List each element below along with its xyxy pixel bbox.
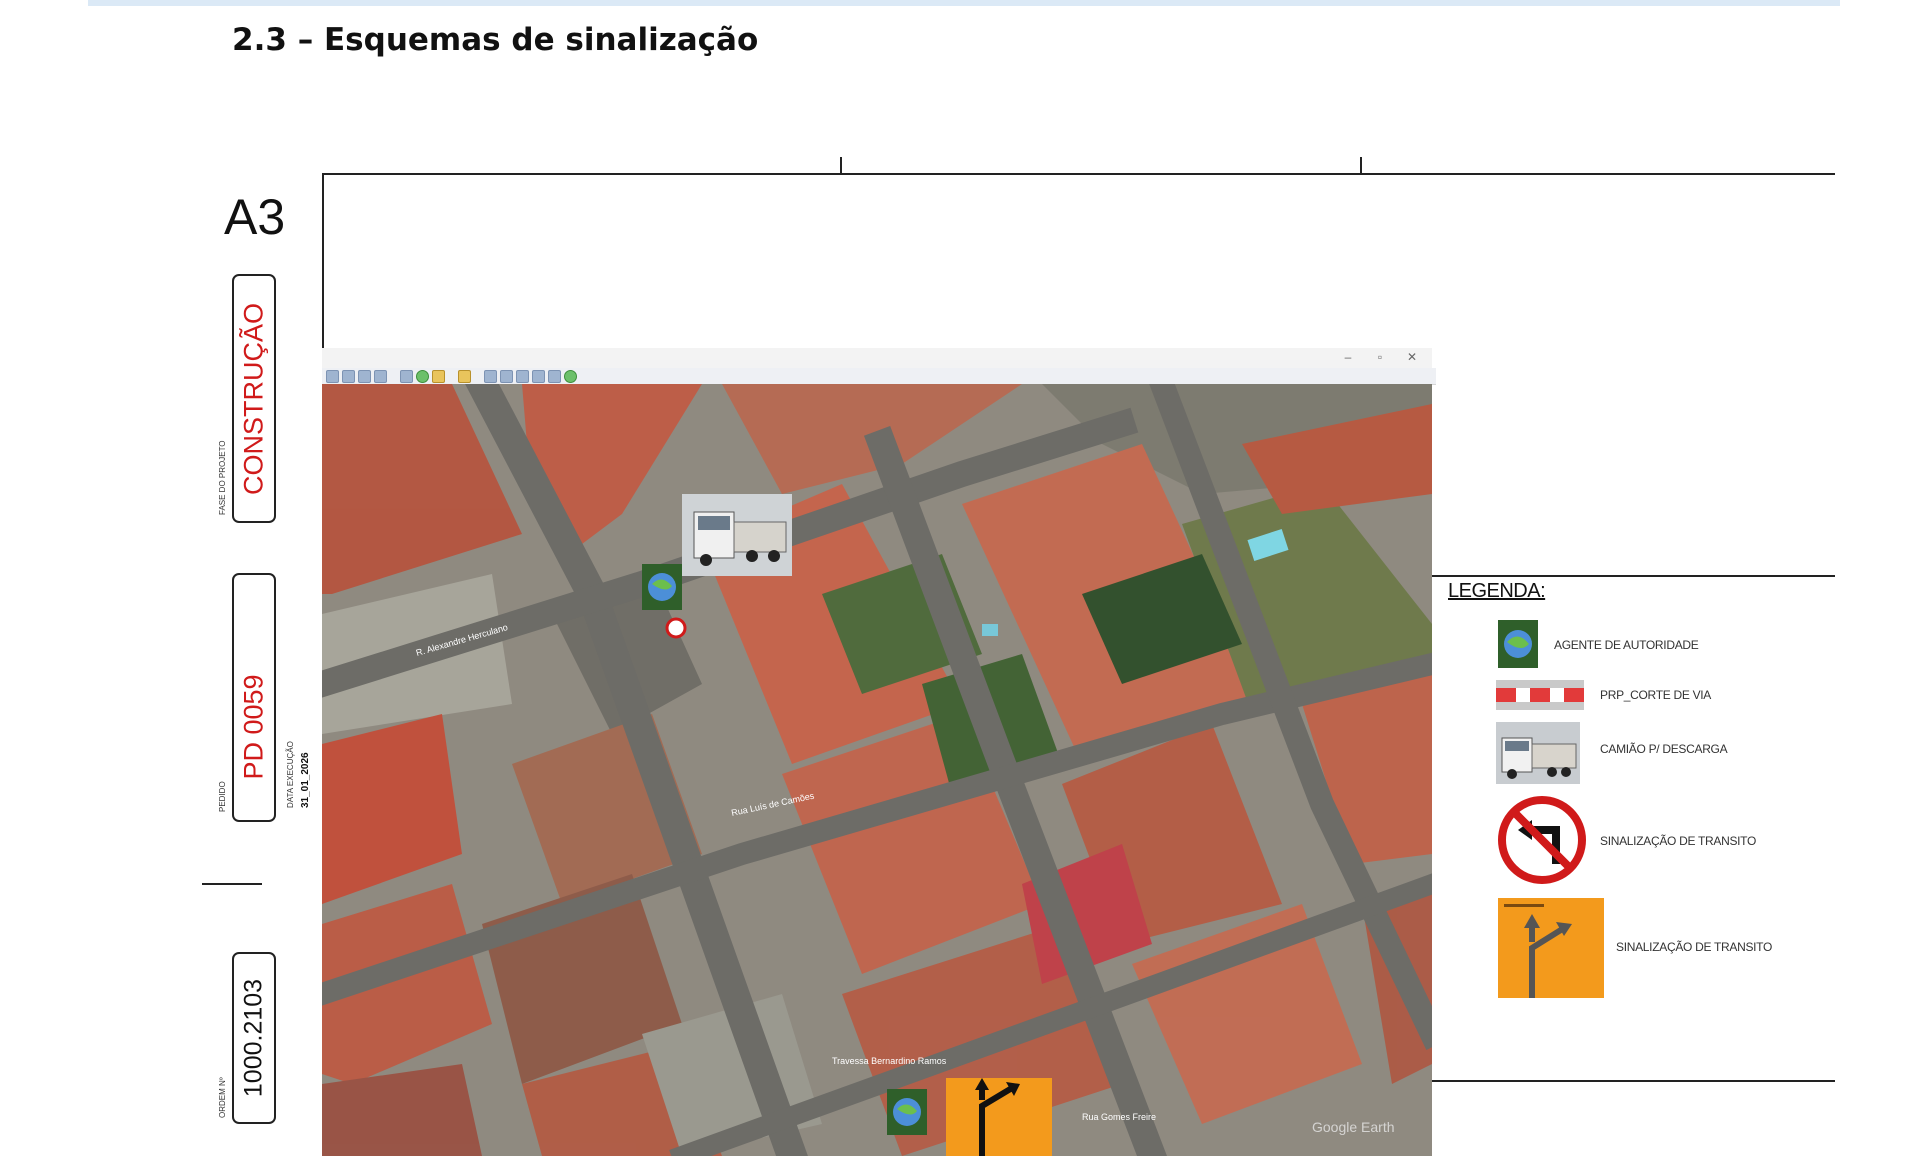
ordem-label: ORDEM Nº — [218, 1077, 227, 1118]
map-truck-marker — [682, 494, 792, 576]
section-title: 2.3 – Esquemas de sinalização — [232, 22, 759, 58]
header-band — [88, 0, 1840, 6]
toolbar-placemark-icon[interactable] — [400, 369, 413, 383]
truck-icon — [1496, 722, 1580, 784]
map-street-label-bottom: Travessa Bernardino Ramos — [832, 1056, 947, 1066]
toolbar-email-icon[interactable] — [500, 369, 513, 383]
toolbar-pan-icon[interactable] — [326, 369, 339, 383]
pedido-value: PD 0059 — [238, 674, 269, 780]
legend-bottom-line — [1432, 1080, 1835, 1082]
title-block-divider — [202, 883, 262, 885]
toolbar-ruler-icon[interactable] — [484, 369, 497, 383]
map-window: – ▫ ✕ R. Alexandre Herculano Rua Luís de… — [322, 348, 1436, 1156]
barrier-icon — [1496, 680, 1584, 710]
pedido-field: PD 0059 — [232, 573, 276, 822]
toolbar-maps-icon[interactable] — [548, 369, 561, 383]
ordem-field: 1000.2103 — [232, 952, 276, 1124]
map-poi-label: Rua Gomes Freire — [1082, 1112, 1156, 1122]
map-watermark: Google Earth — [1312, 1119, 1395, 1135]
toolbar-print-icon[interactable] — [516, 369, 529, 383]
satellite-map-graphic: R. Alexandre Herculano Rua Luís de Camõe… — [322, 384, 1432, 1156]
data-value: 31_01_2026 — [300, 752, 311, 808]
toolbar-globe-icon[interactable] — [416, 369, 429, 383]
globe-agent-icon — [1498, 620, 1538, 668]
toolbar-earth-icon[interactable] — [564, 369, 577, 383]
map-agent-marker-2 — [887, 1089, 927, 1135]
toolbar-zoom-icon[interactable] — [342, 369, 355, 383]
legend-label-direction: SINALIZAÇÃO DE TRANSITO — [1616, 940, 1773, 954]
legend-top-line — [1432, 575, 1835, 577]
data-label: DATA EXECUÇÃO — [286, 741, 295, 808]
toolbar-save-image-icon[interactable] — [532, 369, 545, 383]
close-icon[interactable]: ✕ — [1406, 348, 1418, 366]
pedido-label: PEDIDO — [218, 781, 227, 812]
toolbar-sun-icon[interactable] — [458, 369, 471, 383]
map-titlebar: – ▫ ✕ — [322, 348, 1432, 369]
frame-tick-2 — [1360, 157, 1362, 173]
minimize-icon[interactable]: – — [1342, 348, 1354, 366]
legend-label-truck: CAMIÃO P/ DESCARGA — [1600, 742, 1728, 756]
legend-label-no-left-turn: SINALIZAÇÃO DE TRANSITO — [1600, 834, 1757, 848]
fase-label: FASE DO PROJETO — [218, 440, 227, 515]
frame-top-line — [322, 173, 1835, 175]
fase-field: CONSTRUÇÃO — [232, 274, 276, 523]
toolbar-tilt-icon[interactable] — [374, 369, 387, 383]
legend-label-barrier: PRP_CORTE DE VIA — [1600, 688, 1712, 702]
direction-sign-icon — [1498, 898, 1604, 998]
sheet-size-label: A3 — [224, 189, 286, 245]
toolbar-rotate-icon[interactable] — [358, 369, 371, 383]
maximize-icon[interactable]: ▫ — [1374, 348, 1386, 366]
fase-value: CONSTRUÇÃO — [238, 302, 269, 495]
no-left-turn-sign-icon — [1496, 794, 1588, 886]
ordem-value: 1000.2103 — [239, 978, 268, 1098]
legend-title: LEGENDA: — [1448, 580, 1546, 602]
toolbar-layers-icon[interactable] — [432, 369, 445, 383]
map-direction-sign — [946, 1078, 1052, 1156]
map-toolbar — [322, 368, 1436, 385]
legend-label-agent: AGENTE DE AUTORIDADE — [1554, 638, 1699, 652]
satellite-map[interactable]: R. Alexandre Herculano Rua Luís de Camõe… — [322, 384, 1432, 1156]
frame-tick-1 — [840, 157, 842, 173]
map-agent-marker-1 — [642, 564, 682, 610]
